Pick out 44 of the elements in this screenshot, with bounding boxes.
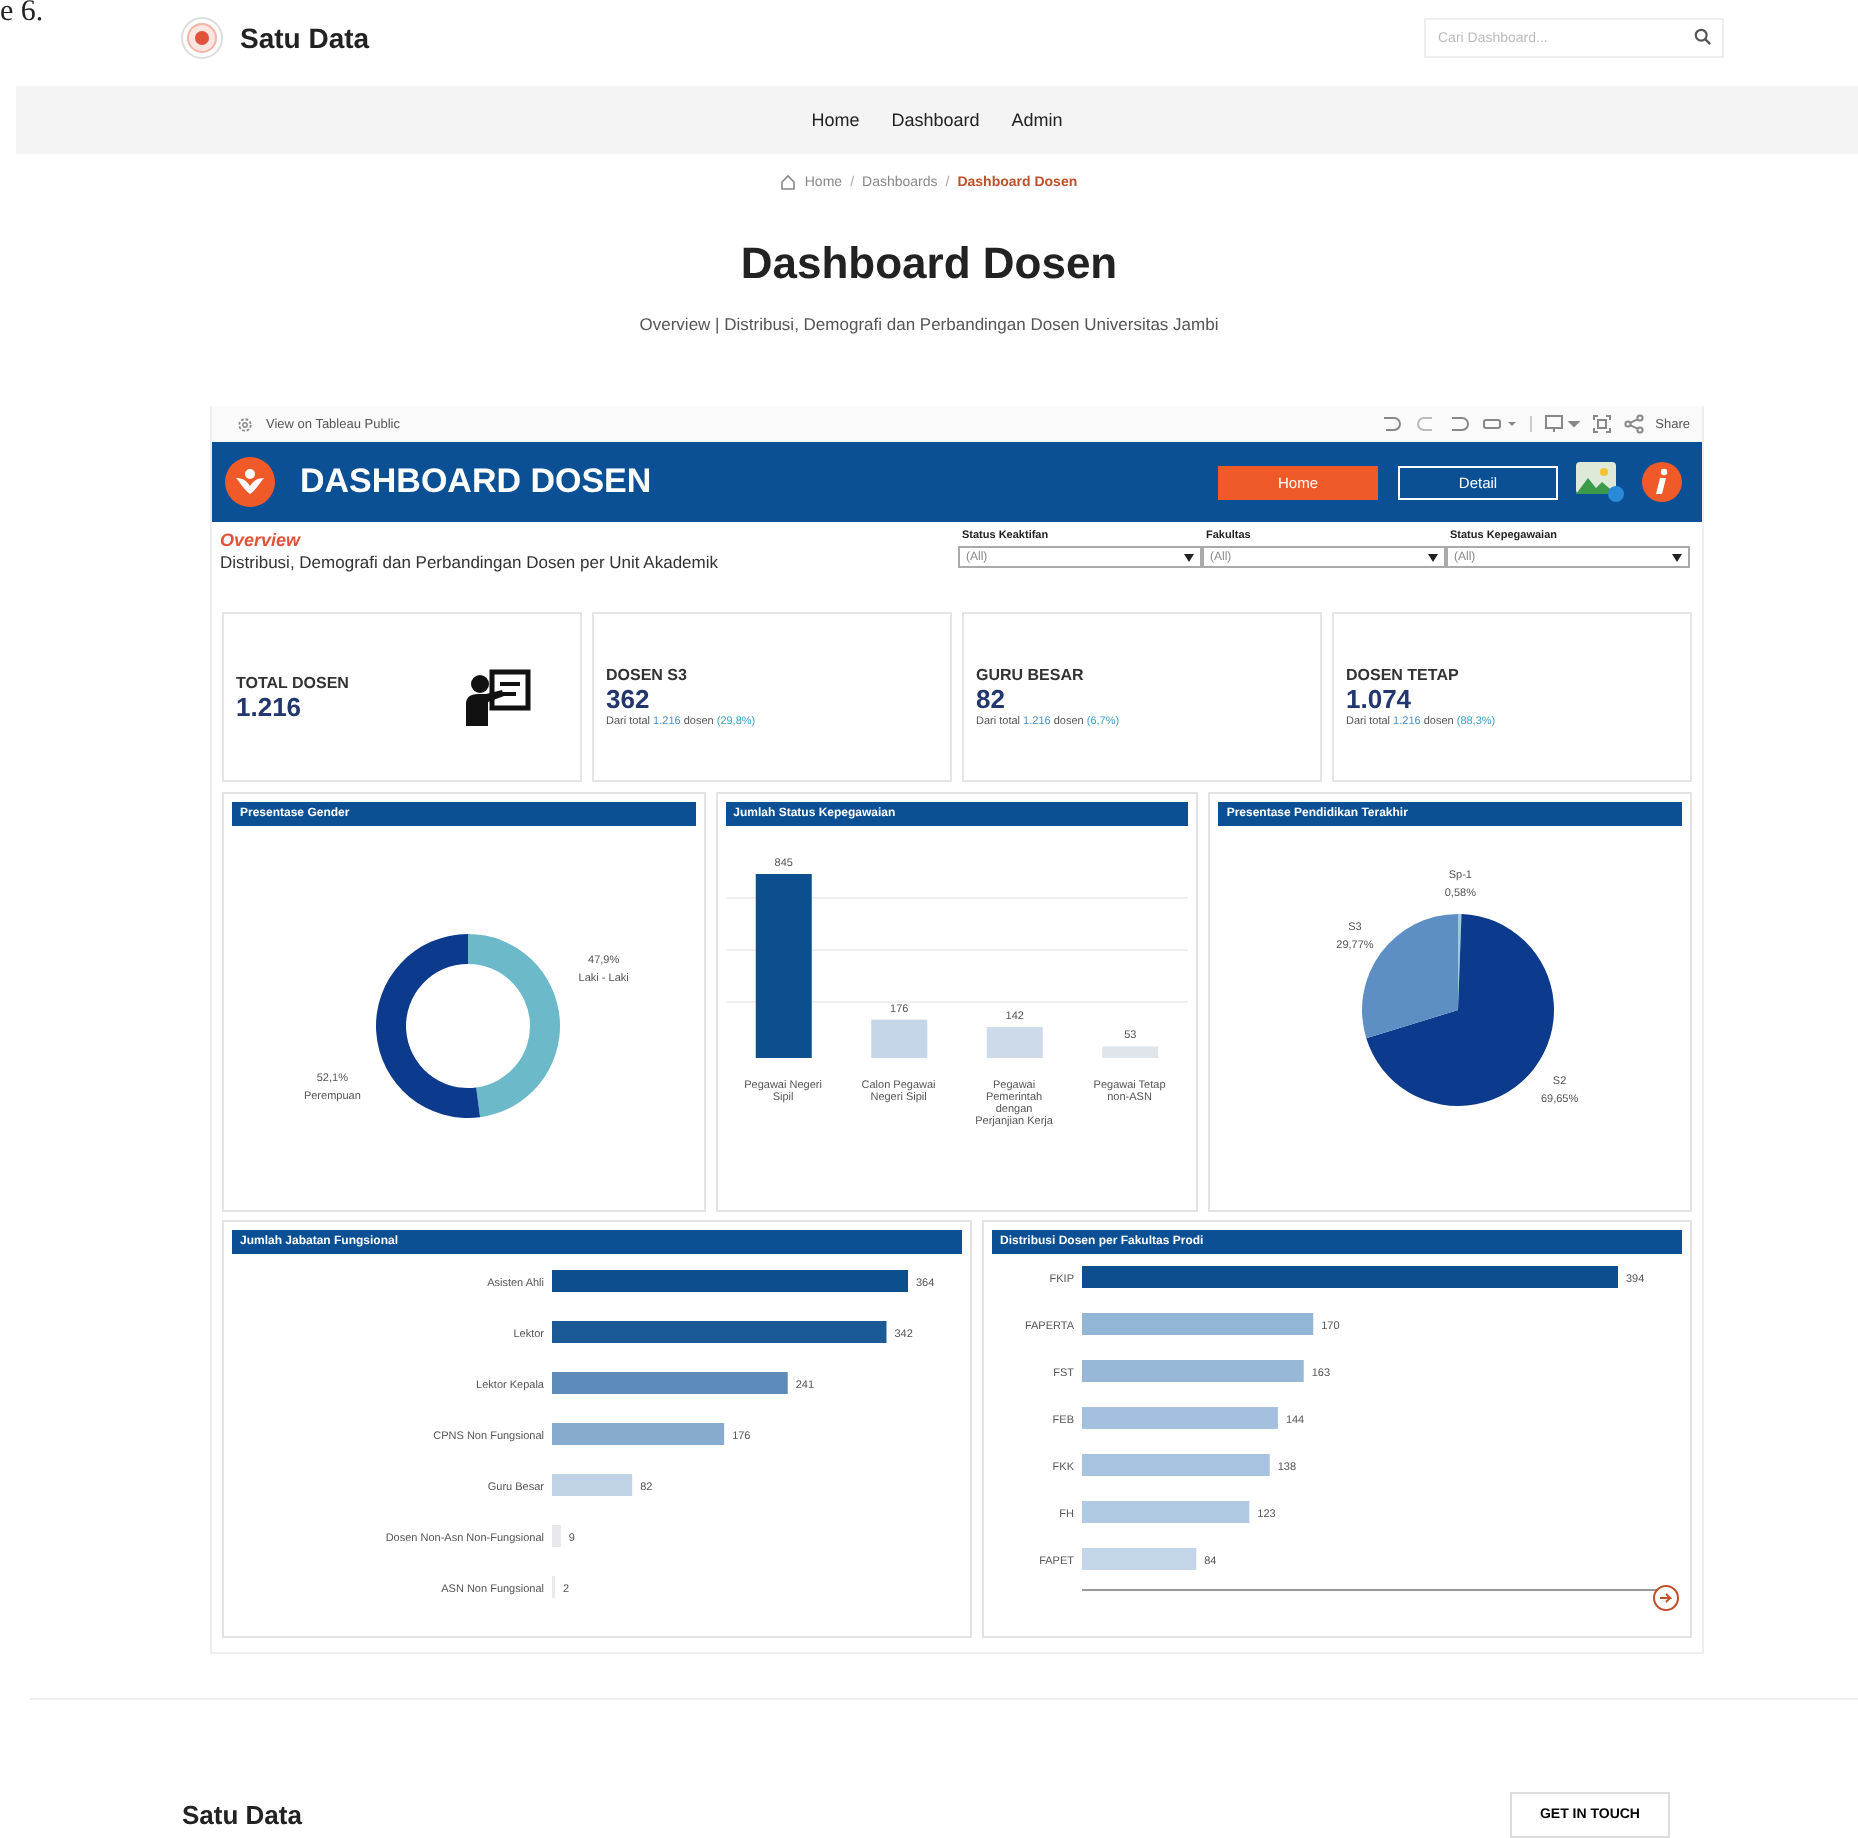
caret-icon[interactable] [1672, 553, 1682, 561]
undo-icon[interactable] [1379, 414, 1402, 434]
home-icon [780, 174, 797, 190]
footer-brand: Satu Data [182, 1800, 302, 1830]
kpi-title: TOTAL DOSEN [236, 673, 349, 691]
settings-icon[interactable] [236, 415, 254, 433]
search-icon[interactable] [1694, 28, 1712, 46]
kpi-title: DOSEN TETAP [1346, 666, 1461, 684]
dashboard-title: DASHBOARD DOSEN [300, 462, 652, 502]
chart-bar [552, 1525, 561, 1547]
refresh-icon[interactable] [1481, 414, 1518, 434]
kpi-value: 362 [606, 684, 652, 714]
info-icon[interactable] [1642, 462, 1682, 502]
image-icon[interactable] [1574, 460, 1626, 504]
fullscreen-icon[interactable] [1591, 414, 1612, 434]
emblem-icon [224, 456, 276, 508]
arrow-circle-icon[interactable] [1653, 1585, 1679, 1611]
chart-bar [870, 1019, 927, 1058]
page-subtitle: Overview | Distribusi, Demografi dan Perbandingan Dosen Universitas Jambi [637, 314, 1221, 334]
nav-link[interactable]: Admin [1011, 110, 1063, 130]
site-name: Satu Data [240, 22, 370, 54]
teacher-icon [464, 667, 532, 727]
chart-bar [552, 1474, 633, 1496]
kpi-value: 82 [976, 684, 1007, 714]
caret-icon[interactable] [1184, 553, 1194, 561]
kpi-title: GURU BESAR [976, 666, 1086, 684]
chart-bar [1082, 1548, 1197, 1570]
overview-title: Overview [220, 530, 303, 550]
device-icon[interactable] [1543, 414, 1580, 434]
kpi-title: DOSEN S3 [606, 666, 689, 684]
redo-icon[interactable] [1413, 414, 1436, 434]
share-icon[interactable] [1623, 414, 1644, 434]
chart-bar [986, 1027, 1043, 1058]
chart-bar [1101, 1046, 1158, 1058]
nav-link[interactable]: Home [811, 110, 860, 130]
corner-text: e 6. [0, 0, 44, 28]
overview-description: Distribusi, Demografi dan Perbandingan Dosen per Unit Akademik [220, 552, 718, 572]
revert-icon[interactable] [1447, 414, 1470, 434]
kpi-value: 1.216 [236, 691, 304, 721]
nav-link[interactable]: Dashboard [891, 110, 980, 130]
logo-icon [180, 16, 224, 60]
kpi-value: 1.074 [1346, 684, 1414, 714]
caret-icon[interactable] [1428, 553, 1438, 561]
page-title: Dashboard Dosen [738, 238, 1120, 290]
